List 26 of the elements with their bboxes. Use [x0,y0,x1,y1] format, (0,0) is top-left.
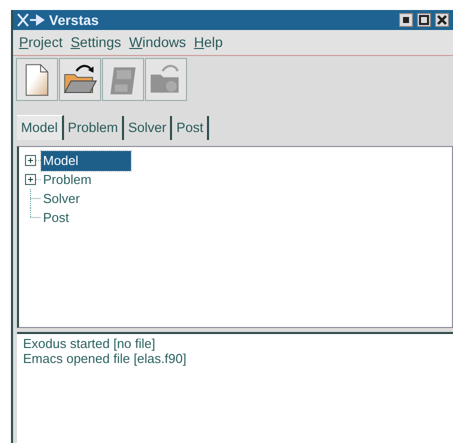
window-title: Verstas [49,10,99,30]
log-line: Emacs opened file [elas.f90] [23,351,188,366]
expand-icon[interactable] [25,174,41,186]
maximize-icon [419,15,429,25]
menu-item[interactable]: Settings [70,32,122,53]
new-button[interactable] [16,58,58,101]
tree-item[interactable]: Problem [41,170,94,190]
tree-item[interactable]: Post [41,208,72,228]
close-icon [437,15,447,25]
close-button[interactable] [435,13,449,27]
tree-item[interactable]: Model [41,151,131,170]
menu-item[interactable]: Project [19,32,63,53]
tab[interactable]: Model [17,115,64,140]
expand-icon[interactable] [25,155,41,166]
tab[interactable]: Problem [64,116,124,140]
minimize-button[interactable] [399,13,413,27]
tab[interactable]: Solver [124,116,172,140]
maximize-button[interactable] [417,13,431,27]
menu-item[interactable]: Windows [129,32,186,53]
tab[interactable]: Post [172,116,210,140]
app-logo-icon [17,13,45,27]
open-button[interactable] [59,58,101,101]
minimize-icon [403,17,409,23]
log-line: Exodus started [no file] [23,336,156,352]
tree-item[interactable]: Solver [41,189,82,208]
menu-item[interactable]: Help [194,32,223,53]
